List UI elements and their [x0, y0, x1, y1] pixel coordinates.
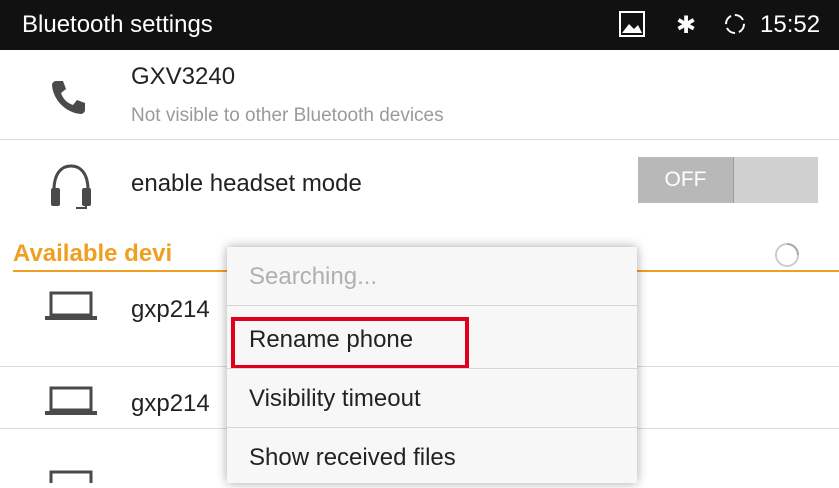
device-name: gxp214	[131, 296, 210, 323]
laptop-icon	[45, 291, 97, 326]
clock: 15:52	[760, 11, 821, 38]
headset-icon	[46, 160, 96, 215]
device-name: gxp214	[131, 390, 210, 417]
image-icon	[619, 11, 645, 37]
headset-label: enable headset mode	[131, 170, 362, 197]
divider	[0, 139, 839, 140]
device-name: GXV3240	[131, 63, 236, 90]
menu-item-searching: Searching...	[227, 247, 637, 305]
status-bar: Bluetooth settings ✱ 15:52	[0, 0, 839, 50]
options-menu: Searching... Rename phone Visibility tim…	[227, 247, 637, 483]
menu-item-label: Visibility timeout	[249, 385, 421, 412]
menu-item-show-received-files[interactable]: Show received files	[227, 428, 637, 486]
laptop-icon	[45, 386, 97, 421]
screen-title: Bluetooth settings	[22, 11, 213, 38]
toggle-off-label: OFF	[638, 157, 734, 203]
sync-icon	[723, 12, 747, 36]
available-devices-header: Available devi	[13, 240, 173, 267]
highlight-box	[231, 317, 469, 369]
device-visibility: Not visible to other Bluetooth devices	[131, 105, 444, 126]
laptop-icon	[45, 470, 97, 488]
menu-item-visibility-timeout[interactable]: Visibility timeout	[227, 369, 637, 427]
menu-item-label: Searching...	[249, 263, 378, 290]
phone-icon	[48, 77, 88, 122]
headset-toggle[interactable]: OFF	[638, 157, 818, 203]
bluetooth-icon: ✱	[676, 11, 697, 39]
scanning-spinner-icon	[774, 242, 800, 268]
menu-item-label: Show received files	[249, 444, 456, 471]
menu-divider	[227, 305, 637, 306]
